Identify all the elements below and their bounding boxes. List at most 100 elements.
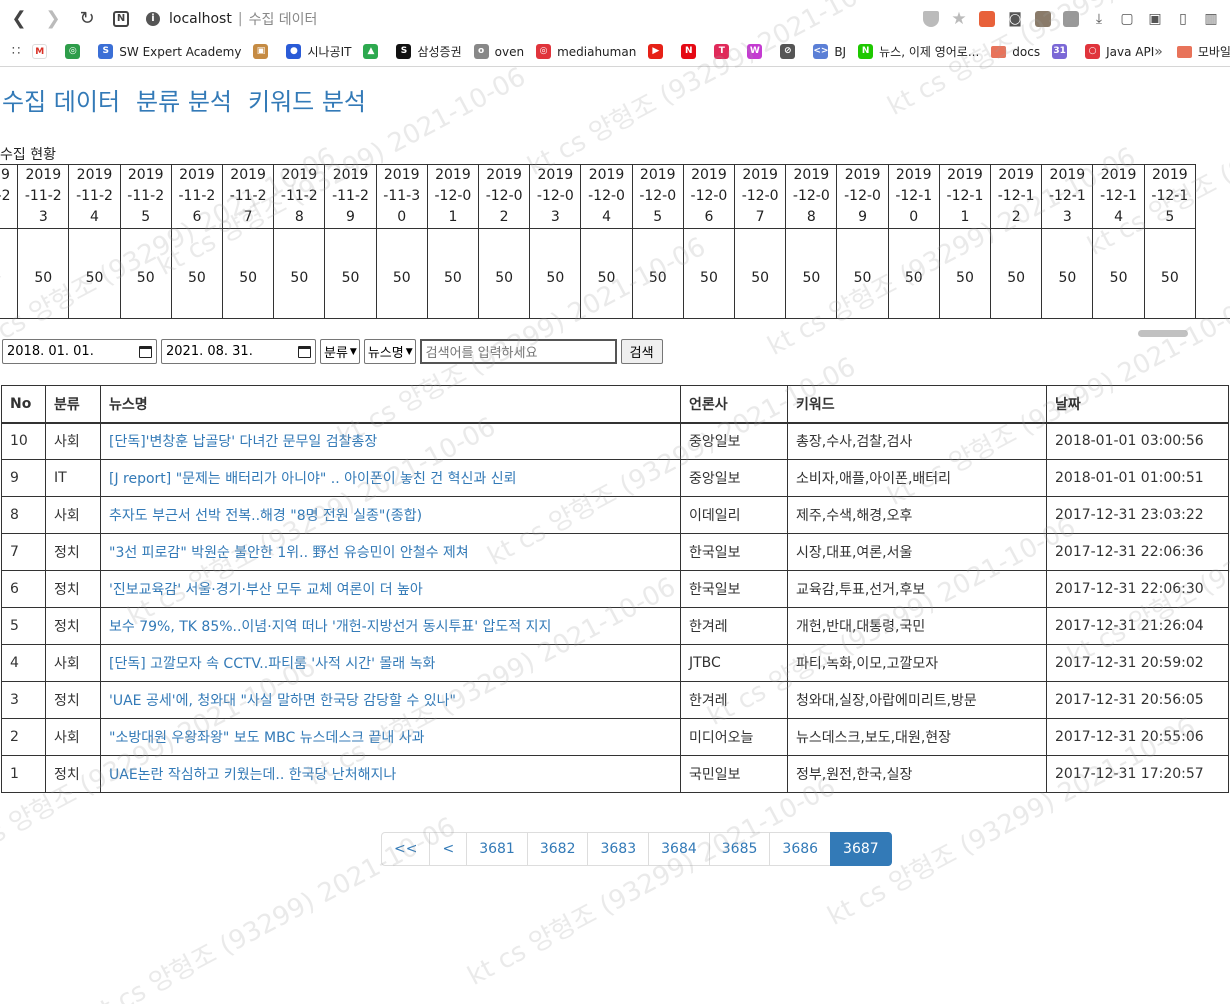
news-title-link[interactable]: UAE논란 작심하고 키웠는데.. 한국당 난처해지나 (109, 767, 396, 783)
bookmarks-overflow-button[interactable]: » (1154, 44, 1163, 60)
cell-press: JTBC (680, 644, 788, 682)
collection-table-scroll[interactable]: 2019-11-22 2019-11-23 2019-11-24 2019-11-25… (0, 164, 1230, 319)
collection-date-cell: 2019-12-14 (1092, 164, 1145, 229)
bookmark-item[interactable]: ▣ (253, 44, 274, 59)
info-icon[interactable]: i (146, 11, 160, 26)
bookmark-item[interactable]: <> BJ (813, 44, 846, 59)
cell-no: 8 (1, 496, 46, 534)
collection-date-label: 2019-11-26 (178, 167, 216, 225)
code-icon: <> (813, 44, 828, 59)
search-input[interactable]: 검색어를 입력하세요 (419, 339, 617, 364)
collection-date-cell: 2019-11-25 (119, 164, 172, 229)
address-bar[interactable]: i localhost | 수집 데이터 (146, 4, 922, 34)
news-table-header: No 분류 뉴스명 언론사 키워드 날짜 (1, 385, 1229, 424)
cell-keywords: 시장,대표,여론,서울 (787, 533, 1047, 571)
screenshot-icon[interactable] (1034, 10, 1052, 28)
search-button[interactable]: 검색 (620, 339, 663, 364)
news-title-link[interactable]: [J report] "문제는 배터리가 아니야" .. 아이폰이 놓친 건 혁… (109, 471, 516, 487)
cell-keywords: 교육감,투표,선거,후보 (787, 570, 1047, 608)
news-title-link[interactable]: 'UAE 공세'에, 청와대 "사실 말하면 한국당 감당할 수 있나" (109, 693, 456, 709)
home-button[interactable]: N (106, 4, 136, 34)
collection-count-cell: 50 (529, 228, 582, 318)
calendar-icon[interactable] (298, 345, 311, 358)
collection-count-cell: 50 (170, 228, 224, 318)
tabs-icon[interactable] (1062, 10, 1080, 28)
reload-button[interactable]: ↻ (72, 4, 102, 34)
menu-collected-data[interactable]: 수집 데이터 (2, 82, 120, 117)
start-date-input[interactable]: 2018. 01. 01. (2, 339, 157, 364)
folder-icon (1176, 45, 1192, 58)
sidebar-icon[interactable]: ▥ (1202, 10, 1220, 28)
page-number-button[interactable]: 3687 (830, 832, 892, 866)
page-first-button[interactable]: << (381, 832, 431, 866)
page-number-button[interactable]: 3683 (587, 832, 650, 866)
page-prev-button[interactable]: < (429, 832, 468, 866)
search-placeholder: 검색어를 입력하세요 (425, 346, 538, 361)
collection-date-cell: 2019-12-11 (938, 164, 992, 229)
page-number-button[interactable]: 3684 (648, 832, 710, 866)
bookmark-item[interactable]: ○ Java API (1085, 44, 1154, 59)
news-title-link[interactable]: 추자도 부근서 선박 전복..해경 "8명 전원 실종"(종합) (109, 508, 422, 524)
news-title-link[interactable]: [단독]'변창훈 납골당' 다녀간 문무일 검찰총장 (109, 434, 377, 450)
news-title-link[interactable]: "3선 피로감" 박원순 불안한 1위.. 野선 유승민이 안철수 제쳐 (109, 545, 469, 561)
globe-icon: ⊘ (780, 44, 796, 59)
camera-icon[interactable]: ▣ (1146, 10, 1164, 28)
page-number-button[interactable]: 3682 (526, 832, 589, 866)
apps-icon[interactable]: ∷ (12, 44, 20, 59)
bookmark-label: BJ (834, 44, 847, 59)
menu-keyword-analysis[interactable]: 키워드 분석 (248, 82, 366, 117)
download-icon[interactable]: ⤓ (1090, 10, 1108, 28)
news-title-link[interactable]: [단독] 고깔모자 속 CCTV..파티룸 '사적 시간' 몰래 녹화 (109, 656, 435, 672)
bookmark-item[interactable]: docs (991, 45, 1040, 59)
table-row: 9 IT [J report] "문제는 배터리가 아니야" .. 아이폰이 놓친 … (1, 459, 1229, 497)
star-icon[interactable]: ★ (950, 9, 968, 29)
bookmark-mobile-folder[interactable]: 모바일 (1176, 43, 1230, 60)
collection-date-cell: 2019-12-08 (785, 164, 838, 229)
category-select[interactable]: 분류 ▼ (320, 339, 360, 364)
bookmark-item[interactable]: ⊘ (780, 44, 801, 59)
collection-date-cell: 2019-12-01 (426, 164, 480, 229)
bookmark-item[interactable]: 31 (1052, 44, 1073, 59)
bookmark-item[interactable]: S SW Expert Academy (98, 44, 241, 59)
end-date-input[interactable]: 2021. 08. 31. (161, 339, 316, 364)
video-icon[interactable]: ▢ (1118, 10, 1136, 28)
toolbar-right: ★ ◙ ⤓ ▢ ▣ ▯ ▥ (922, 9, 1220, 29)
field-select[interactable]: 뉴스명 ▼ (363, 339, 416, 364)
page-number-button[interactable]: 3686 (769, 832, 832, 866)
bookmark-item[interactable]: W (747, 44, 768, 59)
cell-keywords: 개헌,반대,대통령,국민 (787, 607, 1047, 645)
bookmark-item[interactable]: ◎ (65, 44, 86, 59)
bookmark-item[interactable]: N 뉴스, 이제 영어로... (858, 43, 979, 60)
back-button[interactable]: ❮ (4, 4, 34, 34)
bookmark-item[interactable]: ◎ mediahuman (536, 44, 636, 59)
shield-icon[interactable] (922, 10, 940, 28)
table-row: 6 정치 '진보교육감' 서울·경기·부산 모두 교체 여론이 더 높아 한국일보 교육… (1, 570, 1229, 608)
menu-category-analysis[interactable]: 분류 분석 (136, 82, 232, 117)
search-filter-bar: 2018. 01. 01. 2021. 08. 31. 분류 ▼ 뉴스명 ▼ 검… (2, 339, 663, 364)
collection-date-cell: 2019-11-28 (273, 164, 326, 229)
calendar-icon[interactable] (139, 345, 152, 358)
reader-icon[interactable]: ▯ (1174, 10, 1192, 28)
bookmark-item[interactable]: M (32, 44, 53, 59)
bookmark-item[interactable]: N (681, 44, 702, 59)
cell-date: 2017-12-31 21:26:04 (1046, 607, 1229, 645)
collection-count-cell: 50 (17, 228, 70, 318)
news-title-link[interactable]: "소방대원 우왕좌왕" 보도 MBC 뉴스데스크 끝내 사과 (109, 730, 425, 746)
bookmark-item[interactable]: T (714, 44, 735, 59)
cell-press: 이데일리 (680, 496, 788, 534)
netflix-icon: N (681, 44, 697, 59)
horizontal-scrollbar-thumb[interactable] (1138, 330, 1188, 337)
page-number-button[interactable]: 3681 (466, 832, 528, 866)
bookmark-item[interactable]: ▶ (648, 44, 669, 59)
bookmark-item[interactable]: ● 시나공IT (286, 43, 351, 60)
bookmark-item[interactable]: S 삼성증권 (396, 43, 462, 60)
bookmark-item[interactable]: o oven (473, 44, 524, 59)
news-title-link[interactable]: '진보교육감' 서울·경기·부산 모두 교체 여론이 더 높아 (109, 582, 423, 598)
mouse-icon[interactable]: ◙ (1006, 10, 1024, 28)
page-number-button[interactable]: 3685 (708, 832, 771, 866)
bookmark-item[interactable]: ▲ (363, 44, 384, 59)
forward-button[interactable]: ❯ (38, 4, 68, 34)
extension-ex-icon[interactable] (978, 10, 996, 28)
collection-date-cell: 2019-12-06 (682, 164, 736, 229)
news-title-link[interactable]: 보수 79%, TK 85%..이념·지역 떠나 '개헌-지방선거 동시투표' … (109, 619, 551, 635)
